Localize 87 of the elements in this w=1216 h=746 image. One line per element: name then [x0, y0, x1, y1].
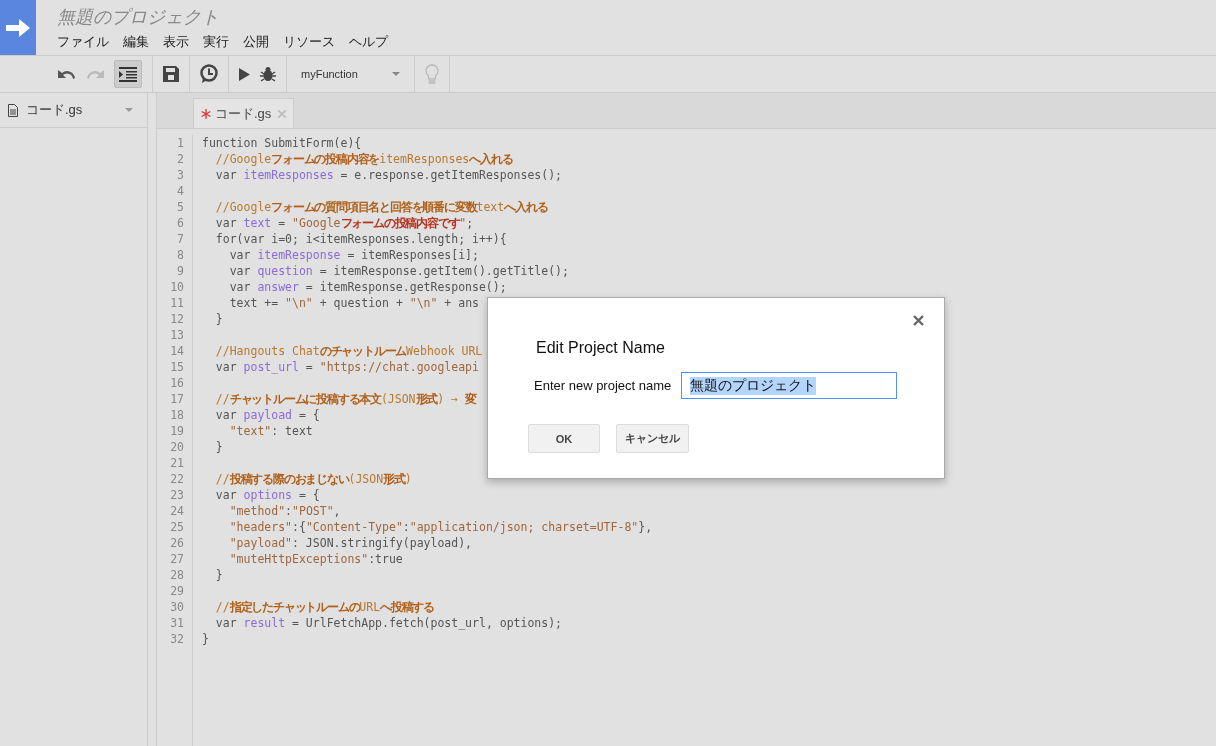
- ok-button[interactable]: OK: [528, 424, 600, 453]
- dialog-title: Edit Project Name: [536, 339, 666, 357]
- code-line: }: [214, 440, 223, 454]
- code-line: }: [202, 632, 209, 646]
- code-line: var result = UrlFetchApp.fetch(post_url, options);: [214, 616, 563, 630]
- line-number: 9: [176, 263, 184, 279]
- line-number: 31: [169, 615, 184, 631]
- line-number: 27: [169, 551, 184, 567]
- arrow-icon: [6, 17, 30, 38]
- line-number: 7: [176, 231, 184, 247]
- code-line: var itemResponse = itemResponses[i];: [228, 248, 479, 262]
- line-number: 28: [169, 567, 184, 583]
- line-number: 10: [169, 279, 184, 295]
- code-line: var answer = itemResponse.getResponse();: [228, 280, 507, 294]
- line-number: 15: [169, 359, 184, 375]
- bug-icon[interactable]: [260, 66, 276, 82]
- line-number: 23: [169, 487, 184, 503]
- menu-item[interactable]: 公開: [243, 33, 269, 51]
- line-number: 6: [176, 215, 184, 231]
- menu-item[interactable]: 実行: [203, 33, 229, 51]
- function-dropdown[interactable]: myFunction: [297, 59, 404, 89]
- menu-item[interactable]: リソース: [283, 33, 335, 51]
- line-number: 19: [169, 423, 184, 439]
- menu-item[interactable]: ファイル: [57, 33, 109, 51]
- menu-item[interactable]: 編集: [123, 33, 149, 51]
- line-number: 8: [176, 247, 184, 263]
- line-number: 25: [169, 519, 184, 535]
- code-line: text += "\n" + question + "\n" + ans: [228, 296, 479, 310]
- menu-item[interactable]: ヘルプ: [349, 33, 388, 51]
- clock-icon[interactable]: [200, 64, 218, 84]
- asterisk-icon: [201, 108, 211, 119]
- line-number: 3: [176, 167, 184, 183]
- code-line: var itemResponses = e.response.getItemResponses();: [214, 168, 563, 182]
- line-number: 30: [169, 599, 184, 615]
- line-number: 26: [169, 535, 184, 551]
- save-icon[interactable]: [163, 66, 179, 82]
- caret-icon: [391, 72, 400, 76]
- line-number: 24: [169, 503, 184, 519]
- code-line: //投稿する際のおまじない(JSON形式): [214, 472, 412, 486]
- code-line: }: [214, 568, 223, 582]
- code-line: }: [214, 312, 223, 326]
- code-line: //チャットルームに投稿する本文(JSON形式) → 変: [214, 392, 476, 406]
- code-line: var options = {: [214, 488, 320, 502]
- code-line: var text = "Googleフォームの投稿内容です";: [214, 216, 474, 230]
- code-line: "payload": JSON.stringify(payload),: [228, 536, 473, 550]
- line-number: 21: [169, 455, 184, 471]
- close-icon[interactable]: [913, 315, 924, 326]
- undo-icon[interactable]: [58, 68, 76, 80]
- line-number: 12: [169, 311, 184, 327]
- line-number: 11: [169, 295, 184, 311]
- line-number: 22: [169, 471, 184, 487]
- code-line: //指定したチャットルームのURLへ投稿する: [214, 600, 435, 614]
- field-label: Enter new project name: [534, 378, 672, 393]
- line-number: 29: [169, 583, 184, 599]
- code-line: //Googleフォームの投稿内容をitemResponsesへ入れる: [214, 152, 513, 166]
- line-number: 1: [176, 135, 184, 151]
- code-line: var question = itemResponse.getItem().getTitle();: [228, 264, 569, 278]
- run-icon[interactable]: [239, 67, 250, 81]
- file-tab[interactable]: コード.gs: [193, 98, 295, 128]
- indent-icon: [119, 66, 137, 82]
- file-icon: [8, 103, 18, 117]
- indent-toggle[interactable]: [114, 60, 142, 88]
- code-line: "headers":{"Content-Type":"application/json; charset=UTF-8"},: [228, 520, 653, 534]
- line-number: 18: [169, 407, 184, 423]
- line-number: 16: [169, 375, 184, 391]
- line-number: 4: [176, 183, 184, 199]
- code-line: "method":"POST",: [228, 504, 341, 518]
- code-line: "muteHttpExceptions":true: [228, 552, 403, 566]
- line-number: 32: [169, 631, 184, 647]
- code-line: var post_url = "https://chat.googleapi: [214, 360, 479, 374]
- project-name-input[interactable]: 無題のプロジェクト: [681, 372, 898, 399]
- apps-script-logo[interactable]: [0, 0, 36, 55]
- line-number: 20: [169, 439, 184, 455]
- line-number: 5: [176, 199, 184, 215]
- menu-item[interactable]: 表示: [163, 33, 189, 51]
- code-line: var payload = {: [214, 408, 320, 422]
- file-item[interactable]: コード.gs: [0, 93, 147, 128]
- cancel-button[interactable]: キャンセル: [616, 424, 689, 453]
- code-line: //Hangouts ChatのチャットルームWebhook URL: [214, 344, 483, 358]
- code-line: "text": text: [228, 424, 313, 438]
- code-line: function SubmitForm(e){: [202, 136, 362, 150]
- code-line: for(var i=0; i<itemResponses.length; i++){: [214, 232, 507, 246]
- code-line: //Googleフォームの質問項目名と回答を順番に変数textへ入れる: [214, 200, 548, 214]
- line-number: 14: [169, 343, 184, 359]
- line-number: 2: [176, 151, 184, 167]
- line-number: 13: [169, 327, 184, 343]
- line-number: 17: [169, 391, 184, 407]
